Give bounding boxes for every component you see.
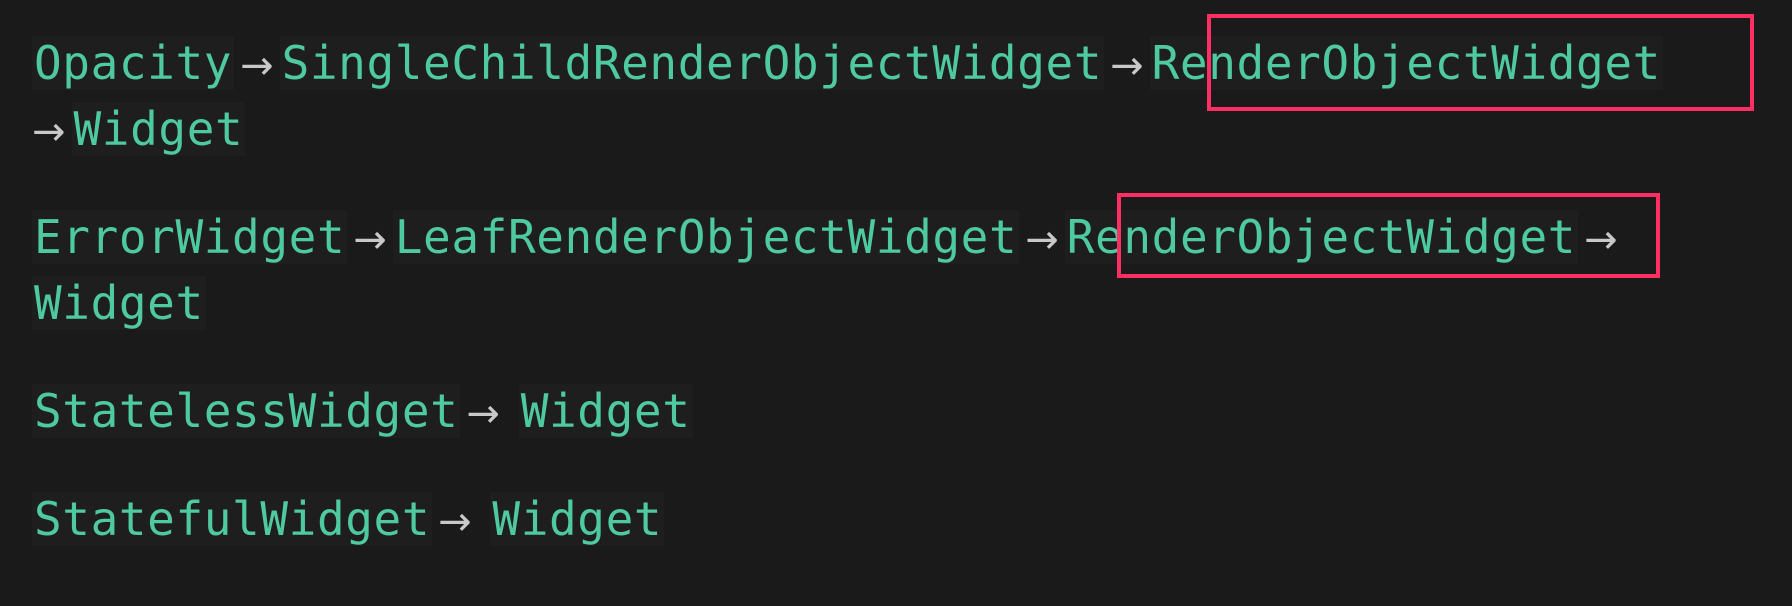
class-name: Widget <box>32 276 206 330</box>
class-name: Widget <box>490 492 665 546</box>
class-name: SingleChildRenderObjectWidget <box>279 36 1105 90</box>
arrow-icon: → <box>438 499 472 545</box>
chain-statelesswidget: StatelessWidget → Widget <box>32 378 693 444</box>
highlight-box <box>1207 14 1754 111</box>
class-name: LeafRenderObjectWidget <box>392 210 1020 264</box>
arrow-icon: → <box>353 217 387 263</box>
chain-opacity-line2: → Widget <box>32 96 246 162</box>
class-name: ErrorWidget <box>32 210 348 264</box>
arrow-icon: → <box>240 43 274 89</box>
class-name: Opacity <box>32 36 235 90</box>
arrow-icon: → <box>32 109 66 155</box>
class-name: StatelessWidget <box>32 384 461 438</box>
chain-statefulwidget: StatefulWidget → Widget <box>32 486 665 552</box>
arrow-icon: → <box>1110 43 1144 89</box>
class-name: StatefulWidget <box>32 492 433 546</box>
class-name: Widget <box>518 384 693 438</box>
class-name: Widget <box>71 102 246 156</box>
chain-errorwidget-line2: Widget <box>32 270 206 336</box>
highlight-box <box>1117 193 1660 278</box>
arrow-icon: → <box>466 391 500 437</box>
arrow-icon: → <box>1025 217 1059 263</box>
